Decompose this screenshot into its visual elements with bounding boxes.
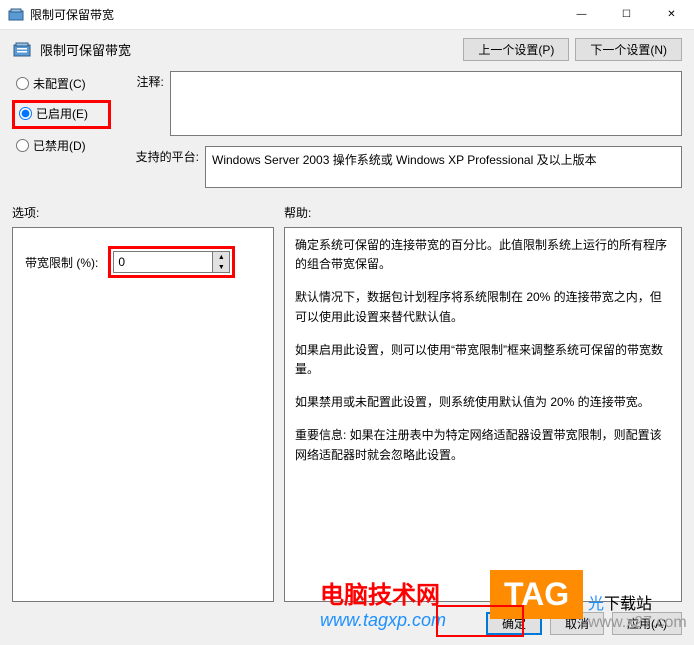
header-row: 限制可保留带宽 上一个设置(P) 下一个设置(N)	[12, 38, 682, 61]
platform-label: 支持的平台:	[127, 146, 199, 188]
cancel-button[interactable]: 取消	[550, 612, 604, 635]
nav-buttons: 上一个设置(P) 下一个设置(N)	[463, 38, 682, 61]
bandwidth-limit-label: 带宽限制 (%):	[25, 254, 98, 271]
radio-not-configured-input[interactable]	[16, 77, 29, 90]
window-controls: — ☐ ✕	[559, 0, 694, 30]
spinner-up-button[interactable]: ▲	[213, 252, 229, 262]
help-p4: 如果禁用或未配置此设置，则系统使用默认值为 20% 的连接带宽。	[295, 393, 671, 412]
radio-not-configured-label: 未配置(C)	[33, 75, 86, 92]
spinner-buttons: ▲ ▼	[213, 251, 230, 273]
bandwidth-option-row: 带宽限制 (%): ▲ ▼	[25, 246, 261, 278]
help-p1: 确定系统可保留的连接带宽的百分比。此值限制系统上运行的所有程序的组合带宽保留。	[295, 236, 671, 274]
options-box: 带宽限制 (%): ▲ ▼	[12, 227, 274, 602]
help-p5: 重要信息: 如果在注册表中为特定网络适配器设置带宽限制，则配置该网络适配器时就会…	[295, 426, 671, 464]
radio-enabled-input[interactable]	[19, 107, 32, 120]
previous-setting-button[interactable]: 上一个设置(P)	[463, 38, 569, 61]
comment-row: 注释:	[127, 71, 682, 136]
help-label: 帮助:	[284, 204, 682, 221]
spinner-down-button[interactable]: ▼	[213, 262, 229, 272]
main-split: 选项: 带宽限制 (%): ▲ ▼ 帮助: 确定系统可保留的连接带宽的百分比	[12, 204, 682, 602]
bandwidth-spinner-highlight: ▲ ▼	[108, 246, 235, 278]
right-config: 注释: 支持的平台: Windows Server 2003 操作系统或 Win…	[127, 71, 682, 198]
radio-disabled-input[interactable]	[16, 139, 29, 152]
radio-disabled-label: 已禁用(D)	[33, 137, 86, 154]
help-p3: 如果启用此设置，则可以使用“带宽限制”框来调整系统可保留的带宽数量。	[295, 341, 671, 379]
radio-disabled[interactable]: 已禁用(D)	[16, 137, 107, 154]
help-p2: 默认情况下，数据包计划程序将系统限制在 20% 的连接带宽之内，但可以使用此设置…	[295, 288, 671, 326]
window-title: 限制可保留带宽	[30, 6, 114, 23]
bandwidth-limit-input[interactable]	[113, 251, 213, 273]
radio-column: 未配置(C) 已启用(E) 已禁用(D)	[12, 71, 107, 198]
config-area: 未配置(C) 已启用(E) 已禁用(D) 注释: 支持的平台: Windows …	[12, 71, 682, 198]
footer-buttons: 确定 取消 应用(A)	[12, 602, 682, 645]
comment-label: 注释:	[127, 71, 164, 136]
minimize-button[interactable]: —	[559, 0, 604, 30]
radio-not-configured[interactable]: 未配置(C)	[16, 75, 107, 92]
options-pane: 选项: 带宽限制 (%): ▲ ▼	[12, 204, 274, 602]
maximize-button[interactable]: ☐	[604, 0, 649, 30]
help-box: 确定系统可保留的连接带宽的百分比。此值限制系统上运行的所有程序的组合带宽保留。 …	[284, 227, 682, 602]
policy-title: 限制可保留带宽	[40, 40, 131, 59]
help-pane: 帮助: 确定系统可保留的连接带宽的百分比。此值限制系统上运行的所有程序的组合带宽…	[284, 204, 682, 602]
app-icon	[8, 7, 24, 23]
radio-enabled[interactable]: 已启用(E)	[19, 105, 104, 122]
radio-enabled-label: 已启用(E)	[36, 105, 88, 122]
apply-button[interactable]: 应用(A)	[612, 612, 682, 635]
close-button[interactable]: ✕	[649, 0, 694, 30]
title-bar-left: 限制可保留带宽	[8, 6, 114, 23]
ok-button[interactable]: 确定	[486, 612, 542, 635]
header-left: 限制可保留带宽	[12, 40, 131, 60]
platform-row: 支持的平台: Windows Server 2003 操作系统或 Windows…	[127, 146, 682, 188]
comment-textarea[interactable]	[170, 71, 682, 136]
content-area: 限制可保留带宽 上一个设置(P) 下一个设置(N) 未配置(C) 已启用(E) …	[0, 30, 694, 645]
title-bar: 限制可保留带宽 — ☐ ✕	[0, 0, 694, 30]
enabled-highlight: 已启用(E)	[12, 100, 111, 129]
next-setting-button[interactable]: 下一个设置(N)	[575, 38, 682, 61]
options-label: 选项:	[12, 204, 274, 221]
policy-icon	[12, 40, 32, 60]
platform-text: Windows Server 2003 操作系统或 Windows XP Pro…	[205, 146, 682, 188]
